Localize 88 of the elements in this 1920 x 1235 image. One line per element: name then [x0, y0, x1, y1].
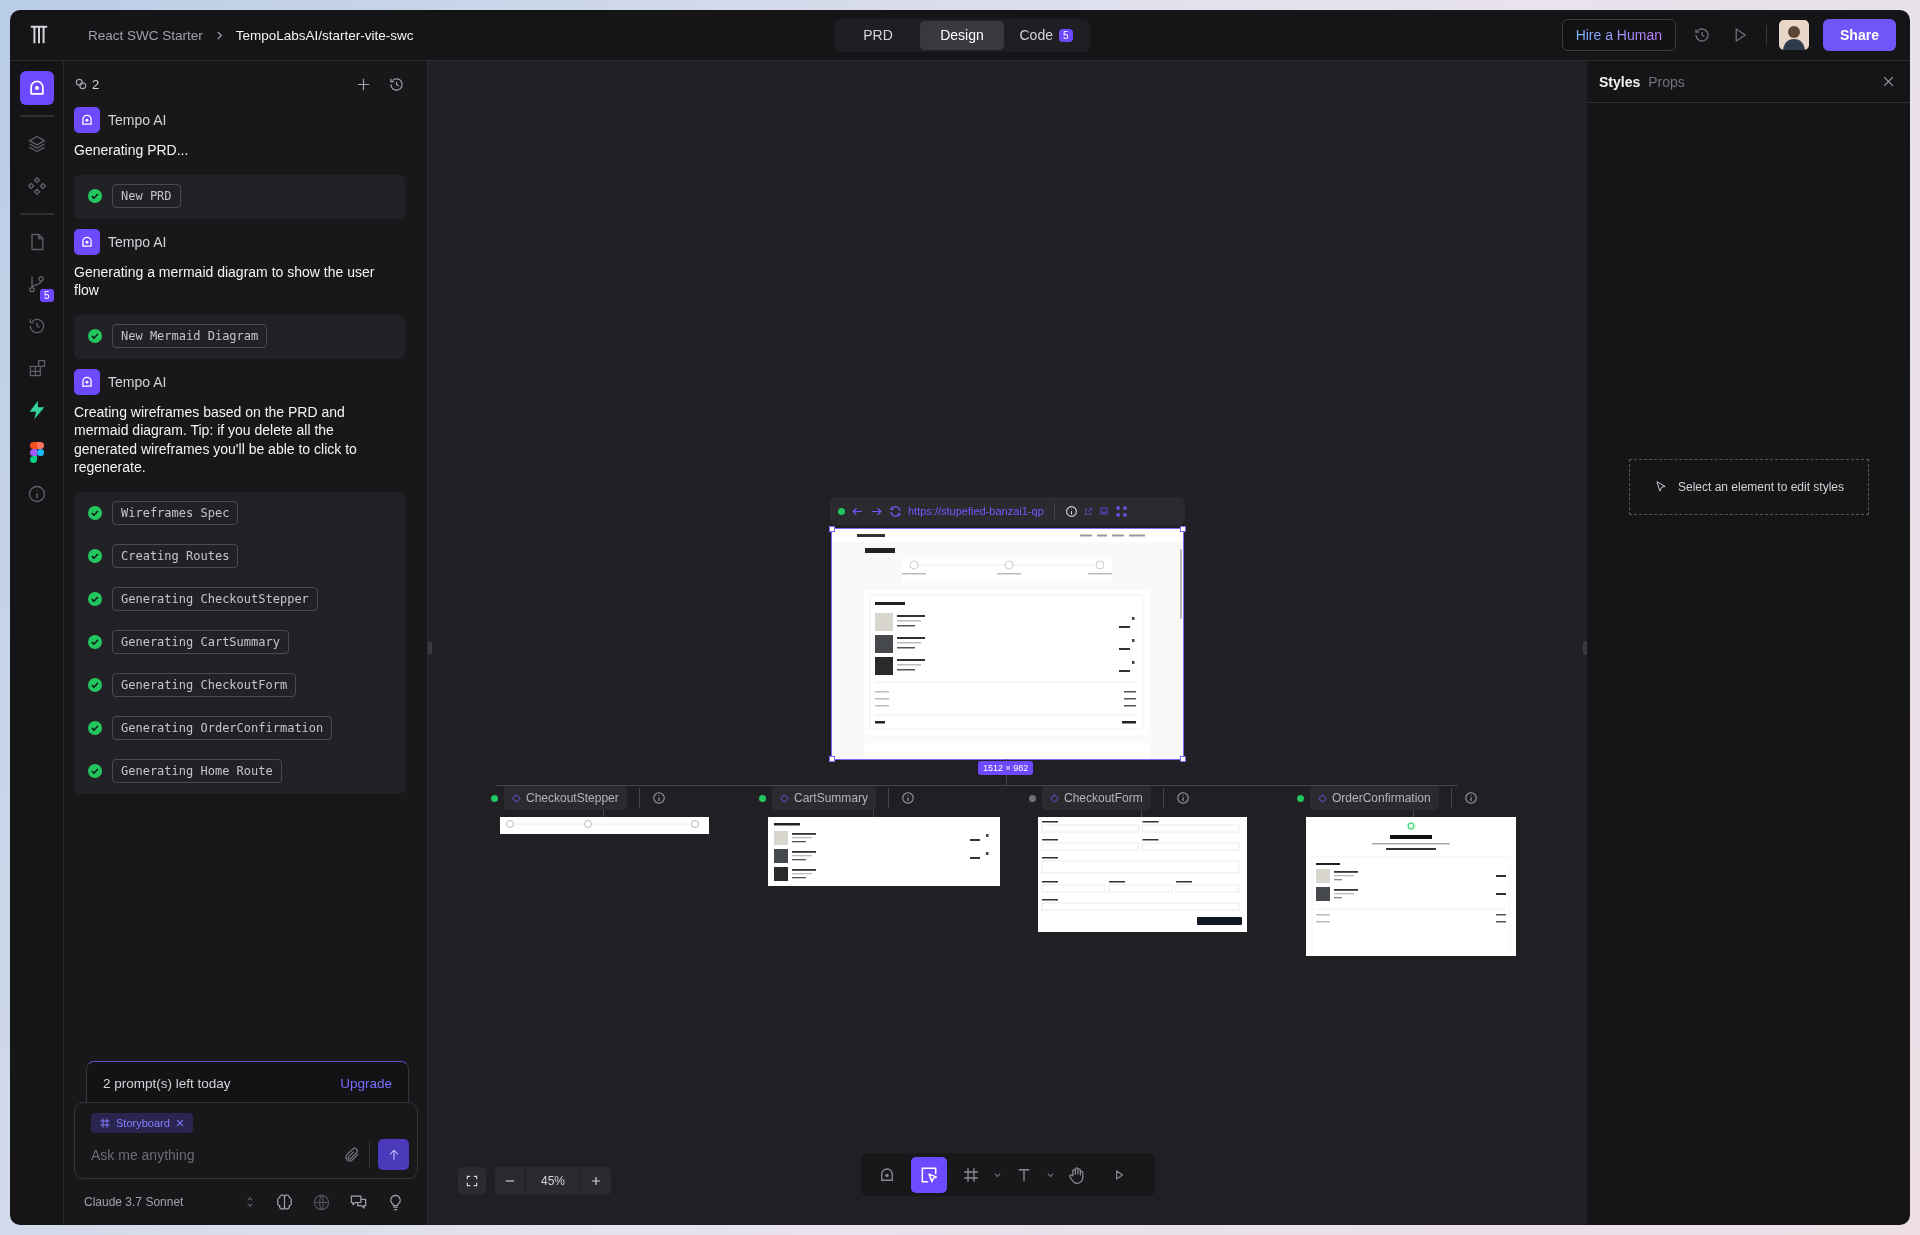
model-selector[interactable]: Claude 3.7 Sonnet	[84, 1195, 184, 1209]
info-icon[interactable]	[1463, 791, 1478, 805]
resize-handle[interactable]	[829, 756, 835, 762]
step-chip[interactable]: Creating Routes	[112, 543, 239, 568]
step-chip[interactable]: New Mermaid Diagram	[112, 323, 268, 348]
info-icon[interactable]	[1175, 791, 1190, 805]
tool-button[interactable]	[911, 1156, 947, 1193]
panel-tab[interactable]: Styles	[1597, 73, 1643, 90]
chevron-right-icon	[214, 30, 224, 40]
camera-icon	[878, 1165, 896, 1184]
component-label[interactable]: CheckoutStepper	[504, 786, 627, 810]
project-link[interactable]: React SWC Starter	[88, 27, 203, 43]
rail-button[interactable]	[19, 71, 54, 105]
count-badge: 5	[39, 289, 54, 302]
logo-icon[interactable]	[28, 24, 50, 46]
step-chip[interactable]: Generating CheckoutForm	[112, 672, 297, 697]
hire-button[interactable]: Hire a Human	[1561, 19, 1676, 51]
history-icon[interactable]	[1693, 26, 1711, 44]
refresh-icon[interactable]	[889, 504, 902, 518]
mode-tab[interactable]: Code 5	[1004, 20, 1088, 50]
thread-count: 2	[92, 76, 100, 92]
hash-icon	[99, 1117, 111, 1129]
step-chip[interactable]: New PRD	[112, 183, 181, 208]
mode-tab[interactable]: Design	[920, 20, 1004, 50]
rail-button[interactable]: 5	[19, 267, 54, 301]
layers-icon	[26, 134, 47, 154]
expand-icon	[465, 1174, 479, 1188]
diamond-icon	[1318, 793, 1327, 803]
message-text: Creating wireframes based on the PRD and mermaid diagram. Tip: if you delete all the generated wireframes you'll be able to click to regenerate.	[74, 402, 358, 477]
upgrade-link[interactable]: Upgrade	[340, 1076, 392, 1091]
author-name: Tempo AI	[108, 112, 167, 128]
message-text: Generating PRD...	[74, 141, 190, 160]
context-chip[interactable]: Storyboard	[91, 1113, 193, 1133]
brain-icon[interactable]	[275, 1192, 294, 1212]
mode-tab[interactable]: PRD	[836, 20, 920, 50]
send-button[interactable]	[378, 1139, 409, 1170]
caret-icon[interactable]	[993, 1170, 1002, 1179]
step-chip[interactable]: Generating CheckoutStepper	[112, 586, 318, 611]
step-chip[interactable]: Wireframes Spec	[112, 500, 239, 525]
close-icon[interactable]	[174, 1118, 185, 1128]
info-icon	[26, 484, 47, 504]
cursor-icon	[1653, 480, 1668, 494]
resize-handle[interactable]	[829, 526, 835, 532]
share-button[interactable]: Share	[1823, 19, 1896, 51]
component-label[interactable]: CartSummary	[772, 786, 876, 810]
repo-name: TempoLabsAI/starter-vite-swc	[235, 27, 414, 43]
resize-handle[interactable]	[1180, 526, 1186, 532]
figma-icon	[29, 441, 44, 463]
hint-text: Select an element to edit styles	[1677, 480, 1845, 494]
panel-tab[interactable]: Props	[1646, 73, 1687, 90]
components-icon	[26, 176, 47, 196]
step-chip[interactable]: Generating CartSummary	[112, 629, 289, 654]
external-link-icon[interactable]	[1083, 506, 1093, 516]
frame-icon	[962, 1165, 980, 1184]
author-name: Tempo AI	[108, 233, 167, 250]
size-label: 1512 × 982	[978, 761, 1034, 775]
scrollbar	[1180, 549, 1182, 619]
expand-icon[interactable]	[1114, 504, 1128, 518]
link-icon	[74, 77, 88, 91]
diamond-icon	[780, 793, 789, 803]
assistant-avatar	[74, 107, 100, 133]
paperclip-icon[interactable]	[343, 1145, 361, 1164]
chip-label: Storyboard	[116, 1117, 170, 1129]
caret-icon[interactable]	[1046, 1170, 1055, 1179]
fit-screen-button[interactable]	[458, 1167, 486, 1195]
quota-text: 2 prompt(s) left today	[103, 1076, 231, 1091]
status-dot	[838, 507, 845, 515]
info-icon[interactable]	[901, 791, 915, 805]
assistant-avatar	[74, 228, 100, 255]
diamond-icon	[512, 793, 521, 803]
info-icon[interactable]	[651, 791, 666, 805]
step-chip[interactable]: Generating Home Route	[112, 758, 282, 783]
prompt-field[interactable]: Ask me anything	[91, 1146, 335, 1163]
resize-handle[interactable]	[1180, 756, 1186, 762]
info-icon[interactable]	[1064, 504, 1078, 518]
plus-icon	[589, 1174, 603, 1188]
count-badge: 5	[1058, 28, 1073, 42]
history-icon[interactable]	[388, 75, 405, 93]
message-text: Generating a mermaid diagram to show the user flow	[74, 262, 376, 300]
avatar[interactable]	[1779, 20, 1809, 50]
close-icon[interactable]	[1881, 74, 1896, 89]
globe-icon[interactable]	[312, 1192, 331, 1212]
step-chip[interactable]: Generating OrderConfirmation	[112, 715, 333, 740]
component-label[interactable]: CheckoutForm	[1042, 786, 1151, 810]
component-label[interactable]: OrderConfirmation	[1310, 786, 1439, 810]
author-name: Tempo AI	[108, 373, 167, 390]
diamond-icon	[1050, 793, 1059, 803]
assistant-avatar	[74, 368, 100, 395]
